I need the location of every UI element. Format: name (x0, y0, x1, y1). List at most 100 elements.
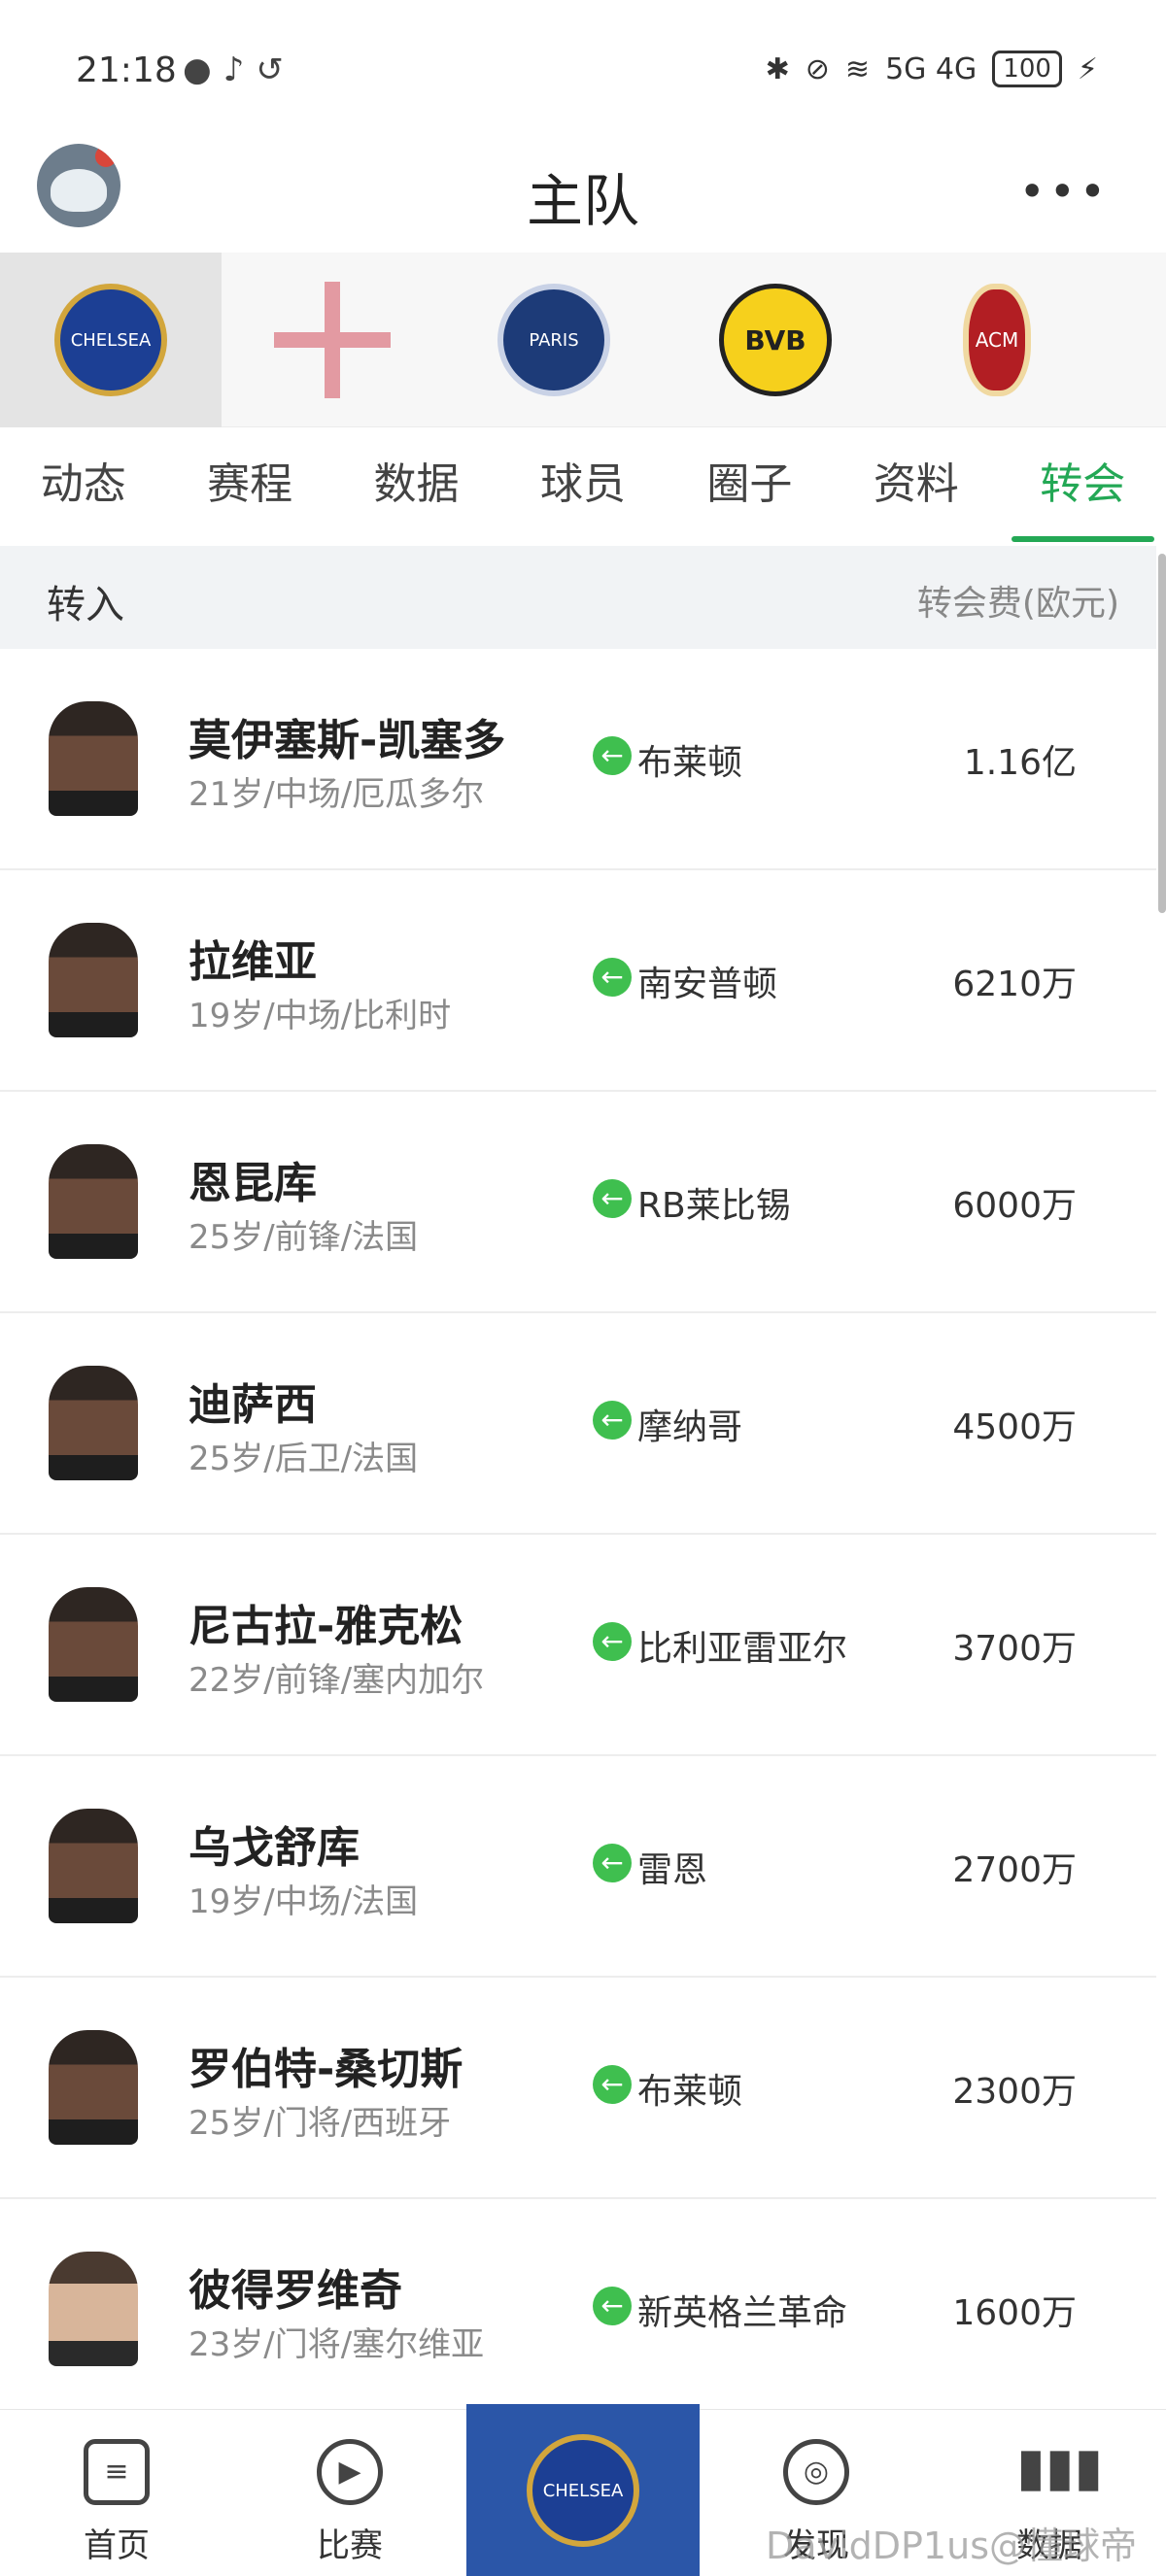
status-right-icons: ✱ ⊘ ≋ 5G 4G 100 ⚡ (766, 51, 1098, 87)
section-title: 转入 (47, 583, 124, 627)
team-ac-milan[interactable]: ACM (886, 253, 1108, 427)
fee-column-header: 转会费(欧元) (916, 584, 1119, 624)
transfers-in-header: 转入 转会费(欧元) (0, 546, 1156, 649)
tab-circle[interactable]: 圈子 (667, 427, 833, 544)
page-title: 主队 (526, 168, 639, 234)
from-club: 布莱顿 (637, 2072, 743, 2112)
transfer-row[interactable]: 乌戈舒库 19岁/中场/法国 ← 雷恩 2700万 (0, 1756, 1156, 1978)
player-photo (49, 1144, 138, 1259)
home-doc-icon: ≡ (84, 2439, 150, 2505)
from-club: 南安普顿 (637, 965, 778, 1004)
team-switcher: CHELSEA PARIS BVB ACM (0, 253, 1166, 427)
player-meta: 25岁/门将/西班牙 (189, 2104, 452, 2143)
player-meta: 23岁/门将/塞尔维亚 (189, 2325, 485, 2364)
transfer-fee: 3700万 (952, 1629, 1077, 1669)
player-meta: 22岁/前锋/塞内加尔 (189, 1661, 485, 1700)
transfer-row[interactable]: 拉维亚 19岁/中场/比利时 ← 南安普顿 6210万 (0, 870, 1156, 1092)
nav-team-home[interactable]: CHELSEA (466, 2404, 700, 2576)
discover-planet-icon: ◎ (783, 2439, 849, 2505)
player-photo (49, 1587, 138, 1702)
tab-players[interactable]: 球员 (499, 427, 666, 544)
mute-bell-icon: ⊘ (805, 51, 830, 86)
transfer-fee: 2300万 (952, 2072, 1077, 2112)
transfer-in-arrow-icon: ← (593, 1401, 632, 1440)
app-header: 主队 ••• (0, 126, 1166, 253)
player-name: 尼古拉-雅克松 (189, 1602, 463, 1651)
player-meta: 19岁/中场/法国 (189, 1882, 419, 1921)
transfer-in-arrow-icon: ← (593, 736, 632, 775)
from-club: 雷恩 (637, 1850, 708, 1890)
transfer-fee: 2700万 (952, 1850, 1077, 1890)
transfer-in-arrow-icon: ← (593, 1844, 632, 1882)
tab-bar: 动态 赛程 数据 球员 圈子 资料 转会 (0, 427, 1166, 544)
tab-transfers[interactable]: 转会 (1000, 427, 1166, 544)
player-name: 拉维亚 (189, 937, 317, 987)
nav-home[interactable]: ≡ 首页 (0, 2410, 233, 2576)
player-meta: 25岁/后卫/法国 (189, 1440, 419, 1478)
player-photo (49, 2030, 138, 2145)
more-options-icon[interactable]: ••• (1019, 165, 1110, 218)
transfer-fee: 4500万 (952, 1407, 1077, 1447)
notification-bell-icon: ♪ (223, 51, 245, 89)
player-meta: 21岁/中场/厄瓜多尔 (189, 775, 485, 814)
from-club: RB莱比锡 (637, 1186, 791, 1226)
nav-home-label: 首页 (84, 2526, 150, 2565)
tab-info[interactable]: 资料 (833, 427, 999, 544)
transfer-row[interactable]: 恩昆库 25岁/前锋/法国 ← RB莱比锡 6000万 (0, 1092, 1156, 1313)
transfer-fee: 1.16亿 (963, 743, 1077, 783)
player-name: 彼得罗维奇 (189, 2266, 402, 2316)
from-club: 摩纳哥 (637, 1407, 743, 1447)
bluetooth-icon: ✱ (765, 51, 790, 86)
from-club: 布莱顿 (637, 743, 743, 783)
team-psg[interactable]: PARIS (443, 253, 665, 427)
bar-chart-icon: ▮▮▮ (1016, 2436, 1104, 2497)
nav-matches-label: 比赛 (317, 2526, 383, 2565)
ac-milan-badge-icon: ACM (963, 284, 1031, 396)
player-name: 罗伯特-桑切斯 (189, 2045, 463, 2094)
transfer-in-arrow-icon: ← (593, 1622, 632, 1661)
player-name: 恩昆库 (189, 1159, 317, 1208)
transfer-fee: 6210万 (952, 965, 1077, 1004)
status-time: 21:18 (76, 51, 177, 90)
nav-matches[interactable]: ▶ 比赛 (233, 2410, 466, 2576)
scrollbar[interactable] (1158, 554, 1166, 913)
transfer-fee: 1600万 (952, 2293, 1077, 2333)
battery-icon: 100 (992, 51, 1062, 87)
player-name: 乌戈舒库 (189, 1823, 360, 1873)
player-photo (49, 923, 138, 1037)
player-name: 莫伊塞斯-凯塞多 (189, 716, 506, 765)
signal-icon: 5G 4G (885, 51, 977, 86)
play-icon: ▶ (317, 2439, 383, 2505)
status-left-icons: ● ♪ ↺ (183, 51, 284, 89)
sync-icon: ↺ (256, 51, 284, 89)
team-chelsea[interactable]: CHELSEA (0, 253, 222, 427)
transfer-row[interactable]: 彼得罗维奇 23岁/门将/塞尔维亚 ← 新英格兰革命 1600万 (0, 2199, 1156, 2421)
transfer-in-arrow-icon: ← (593, 2065, 632, 2104)
transfer-row[interactable]: 罗伯特-桑切斯 25岁/门将/西班牙 ← 布莱顿 2300万 (0, 1978, 1156, 2199)
charging-icon: ⚡ (1077, 51, 1098, 86)
player-photo (49, 701, 138, 816)
watermark: DavidDP1us@懂球帝 (766, 2525, 1137, 2567)
player-meta: 25岁/前锋/法国 (189, 1218, 419, 1257)
team-bvb[interactable]: BVB (665, 253, 886, 427)
player-photo (49, 1809, 138, 1923)
transfer-in-arrow-icon: ← (593, 1179, 632, 1218)
transfer-row[interactable]: 莫伊塞斯-凯塞多 21岁/中场/厄瓜多尔 ← 布莱顿 1.16亿 (0, 649, 1156, 870)
chelsea-badge-icon: CHELSEA (527, 2434, 639, 2547)
status-bar: 21:18 ● ♪ ↺ ✱ ⊘ ≋ 5G 4G 100 ⚡ (0, 0, 1166, 146)
chelsea-badge-icon: CHELSEA (54, 284, 167, 396)
transfer-row[interactable]: 尼古拉-雅克松 22岁/前锋/塞内加尔 ← 比利亚雷亚尔 3700万 (0, 1535, 1156, 1756)
team-england[interactable] (222, 253, 443, 427)
transfer-row[interactable]: 迪萨西 25岁/后卫/法国 ← 摩纳哥 4500万 (0, 1313, 1156, 1535)
chat-icon: ● (183, 51, 212, 89)
transfer-in-arrow-icon: ← (593, 2287, 632, 2325)
england-cross-icon (274, 282, 391, 398)
player-photo (49, 2252, 138, 2366)
tab-schedule[interactable]: 赛程 (166, 427, 332, 544)
from-club: 新英格兰革命 (637, 2293, 848, 2333)
tab-data[interactable]: 数据 (333, 427, 499, 544)
tab-news[interactable]: 动态 (0, 427, 166, 544)
transfer-fee: 6000万 (952, 1186, 1077, 1226)
wifi-icon: ≋ (844, 51, 871, 86)
bvb-badge-icon: BVB (719, 284, 832, 396)
